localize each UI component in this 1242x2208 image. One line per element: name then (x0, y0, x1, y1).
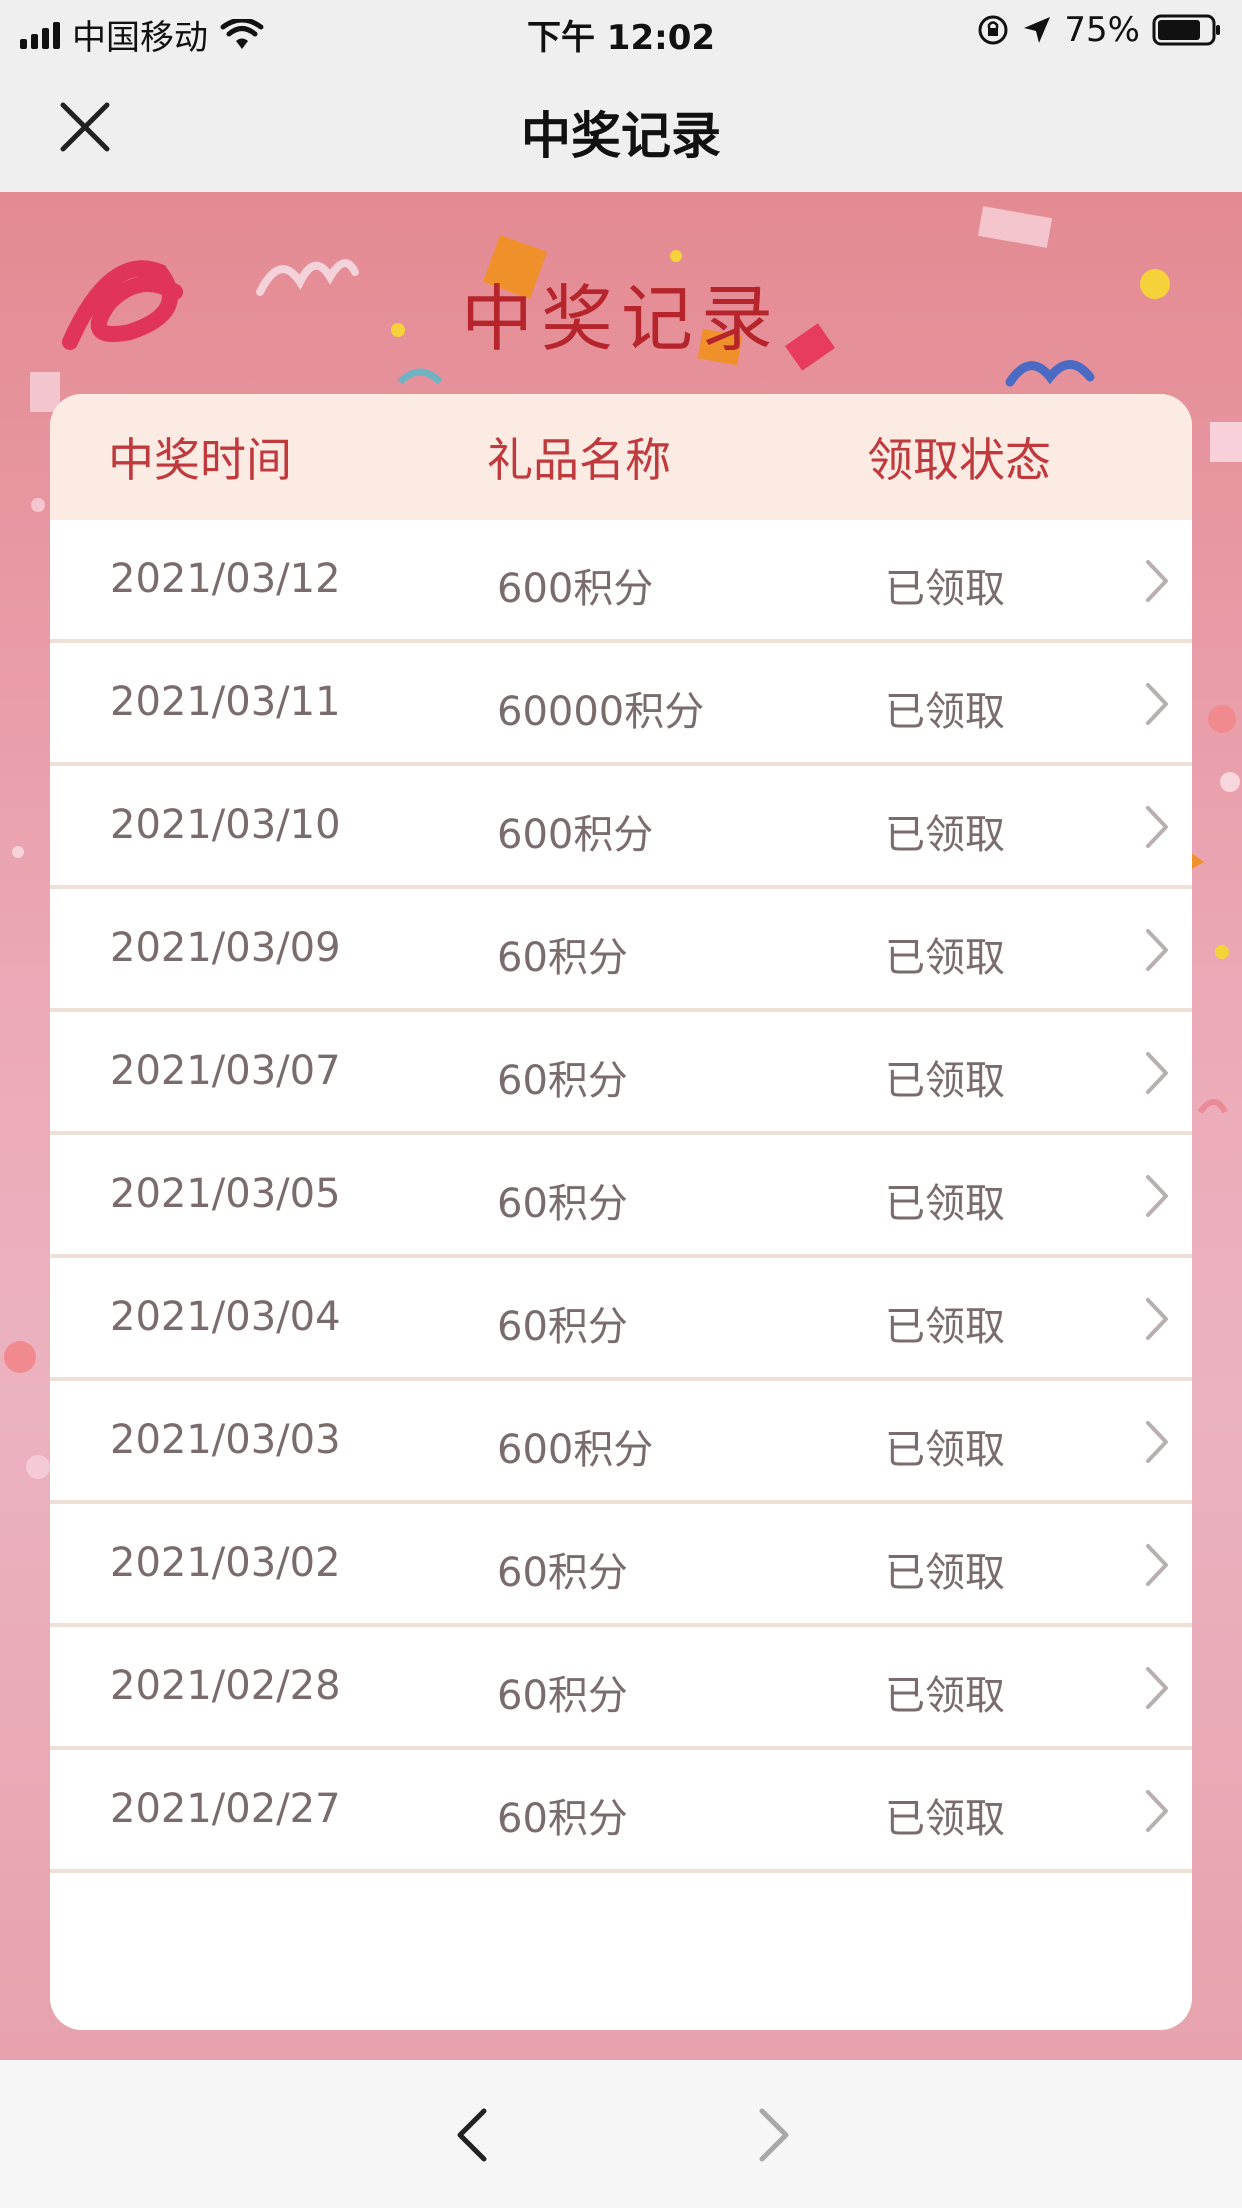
table-row[interactable]: 2021/02/27 60积分 已领取 (50, 1750, 1192, 1873)
row-gift: 600积分 (497, 566, 654, 612)
row-gift: 60积分 (497, 1550, 628, 1596)
battery-percent: 75% (1064, 10, 1140, 50)
chevron-right-icon (1146, 1421, 1168, 1463)
chevron-right-icon (1146, 929, 1168, 971)
row-status: 已领取 (885, 1427, 1005, 1473)
row-date: 2021/03/02 (110, 1540, 341, 1586)
chevron-right-icon (1146, 683, 1168, 725)
row-gift: 600积分 (497, 812, 654, 858)
status-right: 75% (976, 10, 1222, 50)
table-header: 中奖时间 礼品名称 领取状态 (50, 394, 1192, 520)
row-status: 已领取 (885, 1181, 1005, 1227)
row-status: 已领取 (885, 1550, 1005, 1596)
table-row[interactable]: 2021/03/03 600积分 已领取 (50, 1381, 1192, 1504)
row-date: 2021/02/27 (110, 1786, 341, 1832)
table-row[interactable]: 2021/03/11 60000积分 已领取 (50, 643, 1192, 766)
row-date: 2021/03/12 (110, 556, 341, 602)
row-status: 已领取 (885, 566, 1005, 612)
hero-title: 中奖记录 (460, 277, 781, 361)
chevron-right-icon (1146, 806, 1168, 848)
table-row[interactable]: 2021/03/09 60积分 已领取 (50, 889, 1192, 1012)
chevron-right-icon (1146, 1052, 1168, 1094)
records-page: 中奖记录 中奖时间 礼品名称 领取状态 2021/03/12 600积分 已领取 20… (0, 192, 1242, 2060)
status-bar: 中国移动 下午 12:02 75% (0, 0, 1242, 62)
chevron-right-icon (1146, 1544, 1168, 1586)
row-gift: 60000积分 (497, 689, 705, 735)
table-row[interactable]: 2021/03/04 60积分 已领取 (50, 1258, 1192, 1381)
table-row[interactable]: 2021/03/05 60积分 已领取 (50, 1135, 1192, 1258)
row-date: 2021/03/11 (110, 679, 341, 725)
back-arrow-icon[interactable] (448, 2105, 498, 2165)
row-gift: 60积分 (497, 935, 628, 981)
row-gift: 60积分 (497, 1058, 628, 1104)
row-date: 2021/03/05 (110, 1171, 341, 1217)
row-date: 2021/03/09 (110, 925, 341, 971)
row-gift: 60积分 (497, 1304, 628, 1350)
row-gift: 60积分 (497, 1181, 628, 1227)
header-status: 领取状态 (867, 433, 1051, 487)
nav-bar: 中奖记录 (0, 62, 1242, 192)
table-row[interactable]: 2021/03/10 600积分 已领取 (50, 766, 1192, 889)
bottom-toolbar (0, 2060, 1242, 2208)
chevron-right-icon (1146, 1790, 1168, 1832)
battery-icon (1152, 14, 1220, 46)
row-gift: 600积分 (497, 1427, 654, 1473)
forward-arrow-icon[interactable] (748, 2105, 798, 2165)
location-icon (1024, 17, 1051, 43)
chevron-right-icon (1146, 560, 1168, 602)
row-date: 2021/03/10 (110, 802, 341, 848)
row-status: 已领取 (885, 1058, 1005, 1104)
rotation-lock-icon (978, 15, 1008, 45)
row-date: 2021/02/28 (110, 1663, 341, 1709)
records-list: 2021/03/12 600积分 已领取 2021/03/11 60000积分 已领取 20… (50, 520, 1192, 1873)
page-title: 中奖记录 (521, 107, 721, 165)
row-status: 已领取 (885, 935, 1005, 981)
row-date: 2021/03/07 (110, 1048, 341, 1094)
row-status: 已领取 (885, 1304, 1005, 1350)
header-date: 中奖时间 (108, 433, 292, 487)
header-gift: 礼品名称 (487, 433, 671, 487)
row-status: 已领取 (885, 689, 1005, 735)
table-row[interactable]: 2021/03/07 60积分 已领取 (50, 1012, 1192, 1135)
records-card: 中奖时间 礼品名称 领取状态 2021/03/12 600积分 已领取 2021/03… (50, 394, 1192, 2030)
row-status: 已领取 (885, 1673, 1005, 1719)
row-date: 2021/03/03 (110, 1417, 341, 1463)
table-row[interactable]: 2021/02/28 60积分 已领取 (50, 1627, 1192, 1750)
row-gift: 60积分 (497, 1796, 628, 1842)
chevron-right-icon (1146, 1298, 1168, 1340)
table-row[interactable]: 2021/03/02 60积分 已领取 (50, 1504, 1192, 1627)
row-date: 2021/03/04 (110, 1294, 341, 1340)
chevron-right-icon (1146, 1667, 1168, 1709)
chevron-right-icon (1146, 1175, 1168, 1217)
table-row[interactable]: 2021/03/12 600积分 已领取 (50, 520, 1192, 643)
row-status: 已领取 (885, 1796, 1005, 1842)
row-status: 已领取 (885, 812, 1005, 858)
row-gift: 60积分 (497, 1673, 628, 1719)
